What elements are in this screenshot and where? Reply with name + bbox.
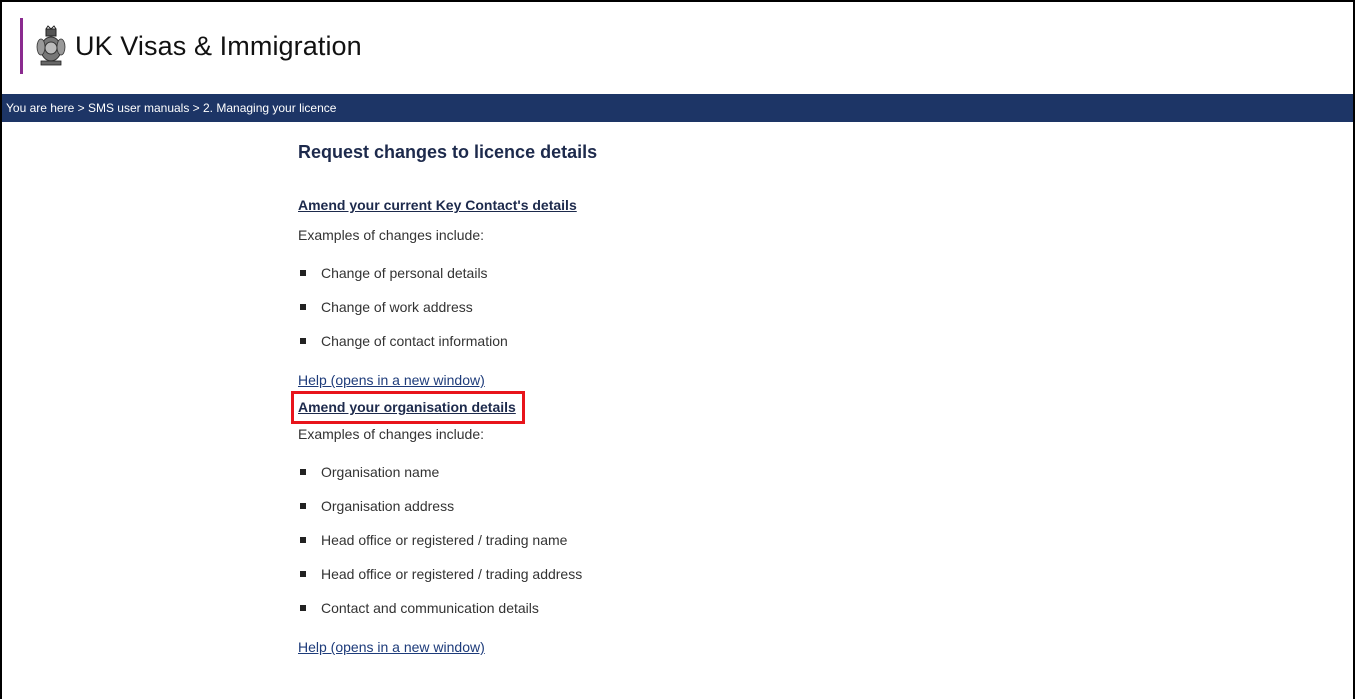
list-item: Head office or registered / trading addr… <box>298 564 1098 598</box>
breadcrumb: You are here > SMS user manuals > 2. Man… <box>2 94 1353 122</box>
examples-label: Examples of changes include: <box>298 426 484 442</box>
royal-crest-icon <box>36 25 66 66</box>
brand-bar <box>20 18 23 74</box>
help-link[interactable]: Help (opens in a new window) <box>298 637 485 657</box>
site-header: UK Visas & Immigration <box>20 18 362 74</box>
organisation-examples-list: Organisation name Organisation address H… <box>298 462 1098 632</box>
help-link[interactable]: Help (opens in a new window) <box>298 370 485 390</box>
list-item: Organisation name <box>298 462 1098 496</box>
list-item: Change of work address <box>298 297 1098 331</box>
key-contact-examples-list: Change of personal details Change of wor… <box>298 263 1098 365</box>
section-organisation: Amend your organisation details Examples… <box>291 391 1098 657</box>
list-item: Change of contact information <box>298 331 1098 365</box>
list-item: Head office or registered / trading name <box>298 530 1098 564</box>
amend-organisation-link[interactable]: Amend your organisation details <box>298 397 516 417</box>
page-title: Request changes to licence details <box>298 142 598 162</box>
brand-name: UK Visas & Immigration <box>75 30 362 61</box>
list-item: Change of personal details <box>298 263 1098 297</box>
section-key-contact: Amend your current Key Contact's details… <box>298 195 1098 390</box>
amend-key-contact-link[interactable]: Amend your current Key Contact's details <box>298 195 577 215</box>
highlight-box: Amend your organisation details <box>291 391 525 424</box>
main-content: Request changes to licence details Amend… <box>291 140 1098 657</box>
list-item: Contact and communication details <box>298 598 1098 632</box>
list-item: Organisation address <box>298 496 1098 530</box>
examples-label: Examples of changes include: <box>298 227 484 243</box>
